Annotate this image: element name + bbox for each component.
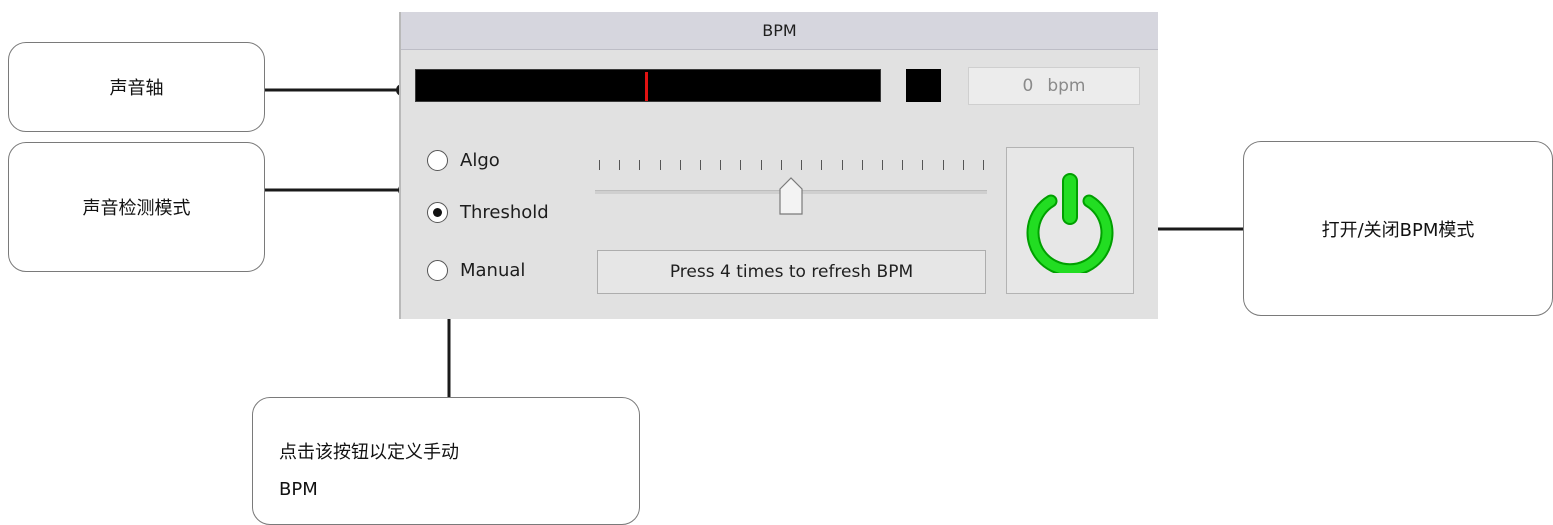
callout-text: 声音检测模式	[82, 198, 191, 219]
slider-tick	[861, 160, 863, 170]
slider-tick	[922, 160, 924, 170]
radio-selected-dot	[433, 208, 442, 217]
radio-label: Algo	[460, 150, 500, 171]
slider-tick	[720, 160, 722, 170]
callout-text: 打开/关闭BPM模式	[1321, 219, 1475, 241]
slider-tick	[659, 160, 661, 170]
slider-tick	[902, 160, 904, 170]
slider-tick	[821, 160, 823, 170]
radio-button-circle[interactable]	[427, 150, 448, 171]
slider-tick	[942, 160, 944, 170]
slider-tick	[619, 160, 621, 170]
callout-text-line1: 点击该按钮以定义手动	[279, 442, 459, 463]
callout-sound-axis: 声音轴	[8, 42, 265, 132]
bpm-panel: BPM 0 bpm Algo Threshold Manual Press 4 …	[399, 12, 1158, 319]
slider-tick	[962, 160, 964, 170]
bpm-value: 0	[1022, 76, 1034, 96]
panel-title: BPM	[401, 12, 1158, 50]
slider-tick	[841, 160, 843, 170]
radio-button-circle[interactable]	[427, 260, 448, 281]
slider-tick	[599, 160, 600, 170]
sound-level-marker	[645, 72, 648, 101]
slider-tick	[780, 160, 782, 170]
slider-tick	[639, 160, 641, 170]
refresh-bpm-button[interactable]: Press 4 times to refresh BPM	[597, 250, 986, 294]
slider-tick	[760, 160, 762, 170]
slider-tick	[983, 160, 984, 170]
sound-axis-meter	[415, 69, 881, 102]
callout-text-line2: BPM	[279, 479, 318, 500]
slider-thumb[interactable]	[779, 177, 803, 215]
radio-label: Threshold	[460, 202, 549, 223]
power-toggle-button[interactable]	[1006, 147, 1134, 294]
slider-tick	[679, 160, 681, 170]
radio-label: Manual	[460, 260, 526, 281]
radio-algo[interactable]: Algo	[427, 150, 500, 171]
threshold-slider[interactable]	[595, 150, 987, 220]
bpm-unit: bpm	[1047, 76, 1086, 96]
slider-tick	[700, 160, 702, 170]
callout-text: 声音轴	[109, 78, 164, 99]
slider-tick	[881, 160, 883, 170]
radio-button-circle[interactable]	[427, 202, 448, 223]
power-icon	[1026, 172, 1114, 273]
bpm-display: 0 bpm	[968, 67, 1140, 105]
beat-indicator	[906, 69, 941, 102]
slider-tick	[740, 160, 742, 170]
radio-manual[interactable]: Manual	[427, 260, 525, 281]
slider-ticks	[599, 160, 984, 172]
callout-manual-bpm: 点击该按钮以定义手动 BPM	[252, 397, 640, 525]
callout-toggle-bpm: 打开/关闭BPM模式	[1243, 141, 1553, 316]
radio-threshold[interactable]: Threshold	[427, 202, 549, 223]
callout-detection-mode: 声音检测模式	[8, 142, 265, 272]
slider-tick	[801, 160, 803, 170]
